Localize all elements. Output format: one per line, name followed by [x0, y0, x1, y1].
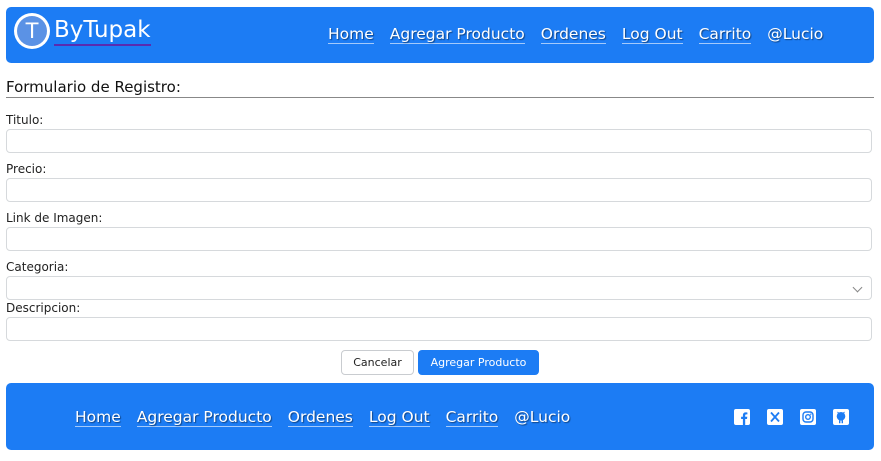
- nav-log-out[interactable]: Log Out: [621, 25, 683, 44]
- titulo-label: Titulo:: [6, 113, 44, 127]
- logo-initial: T: [17, 16, 47, 46]
- footer: Home Agregar Producto Ordenes Log Out Ca…: [6, 383, 874, 450]
- facebook-icon[interactable]: [733, 408, 751, 426]
- logo-icon: T: [14, 13, 50, 49]
- form-title: Formulario de Registro:: [6, 78, 874, 98]
- descripcion-label: Descripcion:: [6, 301, 81, 315]
- social-links: [733, 408, 850, 426]
- categoria-label: Categoria:: [6, 260, 69, 274]
- brand-name: ByTupak: [54, 17, 151, 46]
- imagen-label: Link de Imagen:: [6, 211, 103, 225]
- nav-agregar-producto[interactable]: Agregar Producto: [389, 25, 525, 44]
- add-product-button[interactable]: Agregar Producto: [418, 350, 539, 375]
- footer-nav-agregar-producto[interactable]: Agregar Producto: [136, 408, 272, 427]
- titulo-input[interactable]: [6, 129, 872, 153]
- chevron-down-icon: [852, 282, 863, 293]
- precio-label: Precio:: [6, 162, 47, 176]
- categoria-select[interactable]: [6, 276, 872, 300]
- brand-logo-link[interactable]: T ByTupak: [14, 13, 151, 49]
- precio-input[interactable]: [6, 178, 872, 202]
- nav-home[interactable]: Home: [328, 25, 374, 44]
- github-icon[interactable]: [832, 408, 850, 426]
- nav-carrito[interactable]: Carrito: [698, 25, 752, 44]
- footer-nav-carrito[interactable]: Carrito: [445, 408, 499, 427]
- nav-user[interactable]: @Lucio: [767, 25, 823, 44]
- footer-nav: Home Agregar Producto Ordenes Log Out Ca…: [75, 408, 570, 427]
- footer-nav-log-out[interactable]: Log Out: [368, 408, 430, 427]
- cancel-button[interactable]: Cancelar: [341, 350, 414, 375]
- top-navbar: T ByTupak Home Agregar Producto Ordenes …: [6, 7, 874, 63]
- descripcion-input[interactable]: [6, 317, 872, 341]
- header-nav: Home Agregar Producto Ordenes Log Out Ca…: [328, 25, 823, 44]
- imagen-input[interactable]: [6, 227, 872, 251]
- footer-nav-home[interactable]: Home: [75, 408, 121, 427]
- footer-nav-ordenes[interactable]: Ordenes: [287, 408, 353, 427]
- nav-ordenes[interactable]: Ordenes: [540, 25, 606, 44]
- instagram-icon[interactable]: [799, 408, 817, 426]
- footer-nav-user[interactable]: @Lucio: [514, 408, 570, 427]
- x-icon[interactable]: [766, 408, 784, 426]
